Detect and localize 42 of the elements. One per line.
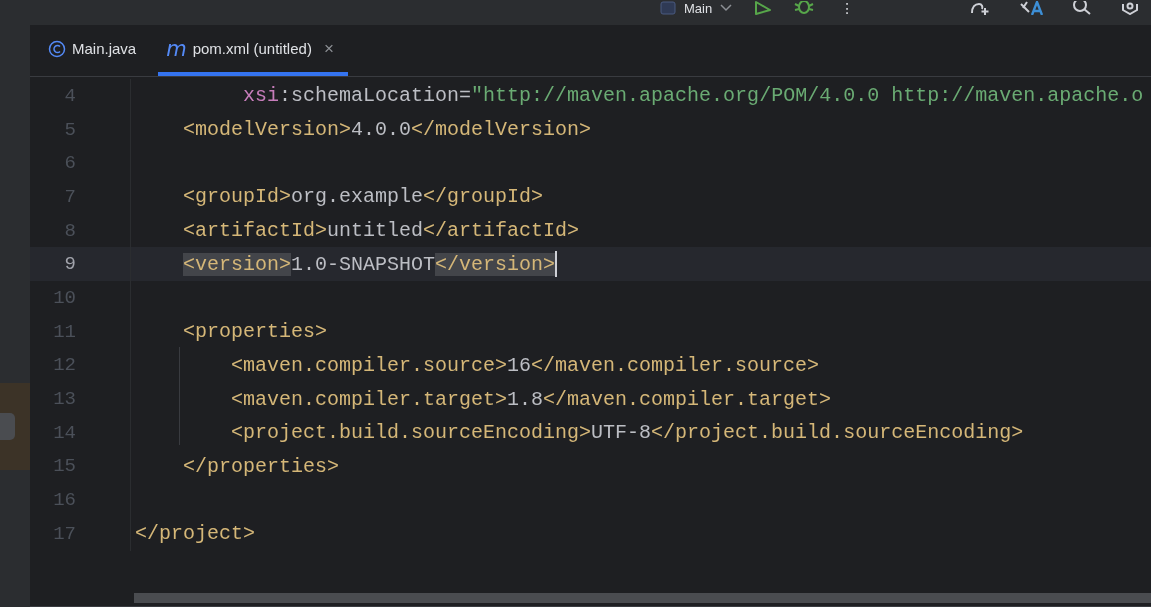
code-token: <maven.compiler.source> [231, 353, 508, 377]
code-token: <project.build.sourceEncoding> [231, 421, 592, 445]
code-token: </groupId> [423, 185, 544, 209]
code-token: </modelVersion> [411, 118, 592, 142]
code-token: <artifactId> [183, 219, 328, 243]
code-token: 16 [507, 353, 532, 377]
search-icon[interactable] [1071, 1, 1093, 15]
code-token: <modelVersion> [183, 118, 352, 142]
code-token: <groupId> [183, 185, 292, 209]
scrollbar-thumb[interactable] [134, 593, 1151, 603]
translate-icon[interactable] [1019, 1, 1045, 15]
run-configuration-dropdown[interactable]: Main [660, 0, 733, 16]
code-token: </maven.compiler.target> [543, 387, 832, 411]
editor-tab[interactable]: Main.java [40, 25, 151, 76]
code-token: 1.8 [507, 387, 544, 411]
code-token: <version> [183, 252, 292, 276]
maven-icon: m [166, 38, 187, 59]
run-icon[interactable] [754, 1, 773, 15]
code-token: </artifactId> [423, 219, 580, 243]
code-token: <properties> [183, 320, 328, 344]
code-token: UTF-8 [591, 421, 652, 445]
code-token: :schemaLocation= [279, 84, 472, 108]
bug-icon[interactable] [794, 1, 815, 15]
line-number: 9 [63, 253, 76, 276]
code-token: xsi [243, 84, 280, 108]
code-token: </maven.compiler.source> [531, 353, 820, 377]
code-token: </project.build.sourceEncoding> [651, 421, 1024, 445]
close-button[interactable]: × [323, 38, 334, 59]
code-token: </version> [435, 252, 556, 276]
editor-tab[interactable]: m pom.xml (untitled) × [158, 25, 348, 76]
code-token: org.example [291, 185, 424, 209]
chevron-down-icon [720, 4, 733, 12]
class-icon [48, 39, 66, 58]
code-token: </properties> [183, 454, 340, 478]
code-token: 1.0-SNAPSHOT [291, 252, 436, 276]
code-token: </project> [135, 522, 256, 546]
code-token: 4.0.0 [351, 118, 412, 142]
code-token: "http://maven.apache.org/POM/4.0.0 http://maven.apache.o [471, 84, 1144, 108]
square-icon [660, 1, 676, 15]
more-button[interactable]: ⋮ [836, 0, 859, 16]
code-token: untitled [327, 219, 424, 243]
code-token: <maven.compiler.target> [231, 387, 508, 411]
